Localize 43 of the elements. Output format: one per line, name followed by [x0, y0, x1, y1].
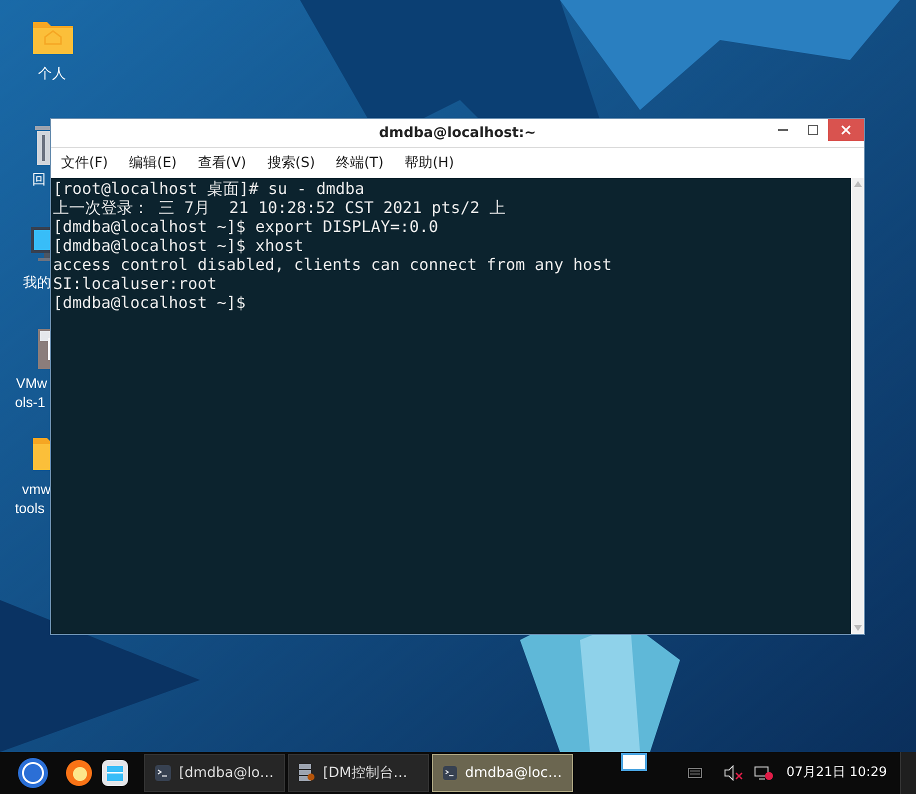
terminal-line: access control disabled, clients can connect from any host [53, 255, 613, 274]
menu-item[interactable]: 帮助(H) [404, 152, 454, 174]
icon-label: VMw [16, 374, 48, 393]
taskbar-button[interactable]: dmdba@loc… [432, 754, 573, 792]
terminal-line: [dmdba@localhost ~]$ [53, 293, 247, 312]
icon-label: 回 [32, 170, 46, 189]
menu-item[interactable]: 终端(T) [336, 152, 384, 174]
terminal-line: SI:localuser:root [53, 274, 218, 293]
computer-icon [30, 226, 50, 262]
start-menu-icon [17, 757, 49, 789]
scroll-up-icon [854, 181, 862, 187]
icon-label: ols-1 [15, 393, 46, 412]
scrollbar[interactable] [851, 178, 864, 634]
keyboard-icon [688, 768, 702, 778]
scroll-down-icon [854, 625, 862, 631]
taskbar-button[interactable]: [dmdba@lo… [144, 754, 285, 792]
file-manager-launcher[interactable] [100, 758, 130, 788]
minimize-icon [778, 129, 788, 131]
terminal-line: [root@localhost 桌面]# su - dmdba [53, 179, 366, 198]
icon-label: vmw [22, 480, 51, 499]
terminal-line: 上一次登录： 三 7月 21 10:28:52 CST 2021 pts/2 上 [53, 198, 506, 217]
maximize-icon [808, 125, 818, 135]
icon-label: 我的 [23, 273, 51, 292]
menu-item[interactable]: 文件(F) [61, 152, 108, 174]
menu-item[interactable]: 编辑(E) [128, 152, 177, 174]
icon-label: 个人 [38, 64, 66, 83]
clock: 07月21日 10:29 [786, 764, 887, 782]
icon-label: tools [15, 499, 45, 518]
close-icon [841, 125, 851, 135]
menu-item[interactable]: 查看(V) [198, 152, 246, 174]
network-error-icon [754, 765, 774, 781]
terminal-line: [dmdba@localhost ~]$ export DISPLAY=:0.0 [53, 217, 440, 236]
window-title: dmdba@localhost:~ [378, 124, 536, 142]
terminal-line: [dmdba@localhost ~]$ xhost [53, 236, 304, 255]
window-preview-icon [621, 753, 647, 771]
menu-item[interactable]: 搜索(S) [267, 152, 316, 174]
taskbar-button[interactable]: [DM控制台… [288, 754, 429, 792]
cabinet-icon [101, 759, 129, 787]
terminal-icon [155, 765, 171, 781]
terminal-icon [443, 765, 457, 781]
speaker-muted-icon [724, 765, 744, 781]
server-icon [299, 764, 315, 782]
close-button[interactable] [828, 119, 864, 141]
